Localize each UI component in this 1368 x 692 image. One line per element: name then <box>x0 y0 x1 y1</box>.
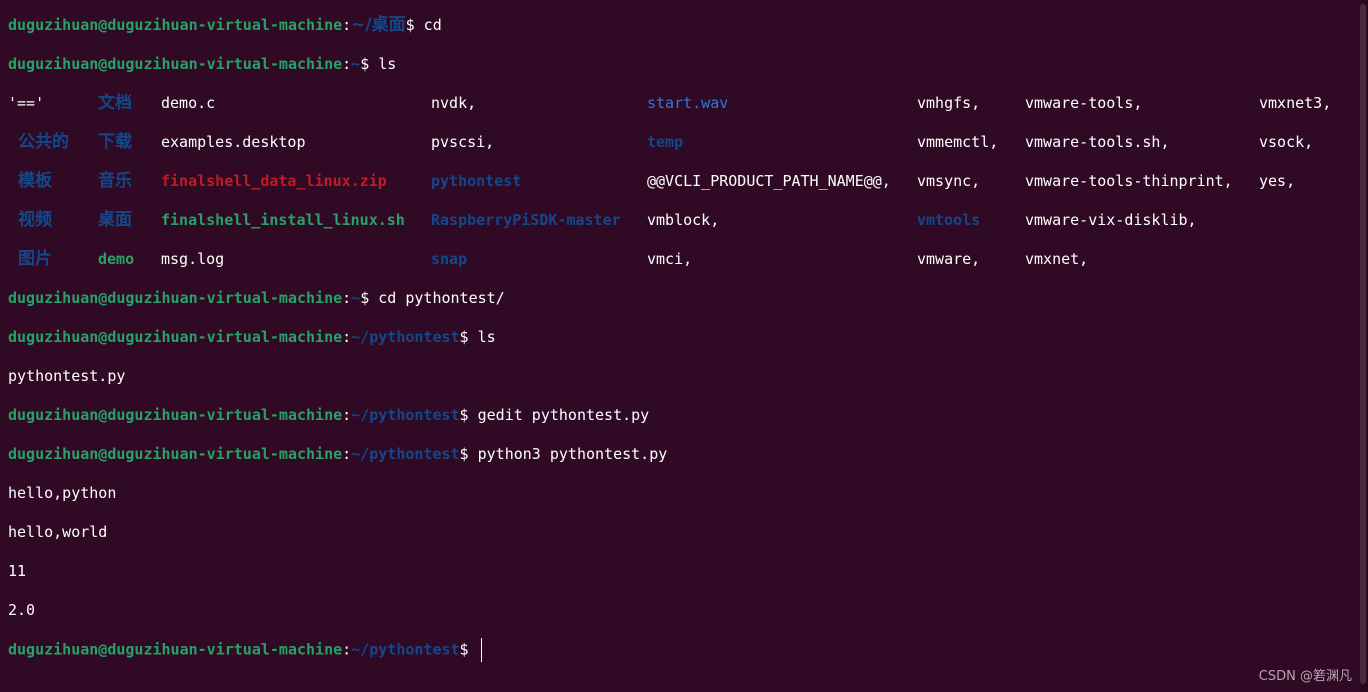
prompt-dollar: $ <box>459 328 469 346</box>
ls-entry[interactable]: vmsync, <box>917 170 980 192</box>
ls-entry[interactable]: @@VCLI_PRODUCT_PATH_NAME@@, <box>647 170 891 192</box>
output-text: 2.0 <box>8 601 36 619</box>
ls-entry[interactable]: finalshell_install_linux.sh <box>161 209 405 231</box>
ls-entry[interactable]: pythontest <box>431 170 521 192</box>
output-text: pythontest.py <box>8 367 126 385</box>
text-cursor[interactable] <box>480 638 482 662</box>
prompt-path: ~/pythontest <box>351 328 460 346</box>
prompt-line: duguzihuan@duguzihuan-virtual-machine:~/… <box>8 443 667 465</box>
ls-entry[interactable]: 文档 <box>98 92 132 114</box>
prompt-dollar: $ <box>459 406 469 424</box>
prompt-dollar: $ <box>405 16 415 34</box>
prompt-line: duguzihuan@duguzihuan-virtual-machine:~/… <box>8 638 482 662</box>
prompt-line: duguzihuan@duguzihuan-virtual-machine:~/… <box>8 14 442 36</box>
command-text: ls <box>468 328 496 346</box>
command-text: cd <box>414 16 442 34</box>
ls-entry[interactable]: vmmemctl, <box>917 131 998 153</box>
output-line: pythontest.py <box>8 365 125 387</box>
prompt-line: duguzihuan@duguzihuan-virtual-machine:~/… <box>8 404 649 426</box>
command-text: python3 pythontest.py <box>468 445 668 463</box>
prompt-colon: : <box>342 328 352 346</box>
output-line: hello,world <box>8 521 107 543</box>
output-line: 2.0 <box>8 599 35 621</box>
output-line: 11 <box>8 560 26 582</box>
ls-entry[interactable]: 视频 <box>18 209 52 231</box>
prompt-dollar: $ <box>360 289 370 307</box>
scrollbar-thumb[interactable] <box>1360 4 1366 684</box>
prompt-path: ~/桌面 <box>351 15 406 35</box>
prompt-line: duguzihuan@duguzihuan-virtual-machine:~/… <box>8 326 496 348</box>
prompt-dollar: $ <box>360 55 370 73</box>
prompt-dollar: $ <box>459 445 469 463</box>
ls-entry[interactable]: start.wav <box>647 92 728 114</box>
prompt-colon: : <box>342 406 352 424</box>
prompt-path: ~ <box>351 55 361 73</box>
ls-entry[interactable]: finalshell_data_linux.zip <box>161 170 387 192</box>
ls-entry[interactable]: '==' <box>8 92 44 114</box>
prompt-colon: : <box>342 640 352 659</box>
prompt-line: duguzihuan@duguzihuan-virtual-machine:~$… <box>8 287 505 309</box>
output-line: hello,python <box>8 482 116 504</box>
ls-entry[interactable]: nvdk, <box>431 92 476 114</box>
prompt-colon: : <box>342 55 352 73</box>
watermark: CSDN @箬渊凡 <box>1258 669 1352 684</box>
ls-entry[interactable]: vmhgfs, <box>917 92 980 114</box>
prompt-colon: : <box>342 16 352 34</box>
prompt-user-host: duguzihuan@duguzihuan-virtual-machine <box>8 289 343 307</box>
ls-entry[interactable]: pvscsi, <box>431 131 494 153</box>
prompt-user-host: duguzihuan@duguzihuan-virtual-machine <box>8 640 343 659</box>
command-text: cd pythontest/ <box>369 289 505 307</box>
prompt-user-host: duguzihuan@duguzihuan-virtual-machine <box>8 55 343 73</box>
ls-entry[interactable]: 公共的 <box>18 131 69 153</box>
output-text: hello,world <box>8 523 108 541</box>
prompt-path: ~ <box>351 289 361 307</box>
ls-entry[interactable]: vmware-tools, <box>1025 92 1142 114</box>
ls-entry[interactable]: temp <box>647 131 683 153</box>
ls-entry[interactable]: 音乐 <box>98 170 132 192</box>
ls-entry[interactable]: 桌面 <box>98 209 132 231</box>
prompt-path: ~/pythontest <box>351 406 460 424</box>
command-text: gedit pythontest.py <box>468 406 650 424</box>
ls-entry[interactable]: 下载 <box>98 131 132 153</box>
ls-entry[interactable]: vmci, <box>647 248 692 270</box>
prompt-user-host: duguzihuan@duguzihuan-virtual-machine <box>8 16 343 34</box>
ls-entry[interactable]: vmware, <box>917 248 980 270</box>
prompt-path: ~/pythontest <box>351 445 460 463</box>
ls-entry[interactable]: vmtools <box>917 209 980 231</box>
terminal-window[interactable]: duguzihuan@duguzihuan-virtual-machine:~/… <box>0 0 1358 692</box>
ls-entry[interactable]: 模板 <box>18 170 52 192</box>
ls-entry[interactable]: msg.log <box>161 248 224 270</box>
ls-entry[interactable]: vmware-vix-disklib, <box>1025 209 1197 231</box>
prompt-user-host: duguzihuan@duguzihuan-virtual-machine <box>8 328 343 346</box>
ls-entry[interactable]: examples.desktop <box>161 131 306 153</box>
ls-entry[interactable]: vmware-tools.sh, <box>1025 131 1170 153</box>
ls-entry[interactable]: RaspberryPiSDK-master <box>431 209 621 231</box>
output-text: hello,python <box>8 484 117 502</box>
ls-entry[interactable]: vmxnet, <box>1025 248 1088 270</box>
prompt-dollar: $ <box>459 640 469 659</box>
output-text: 11 <box>8 562 27 580</box>
ls-entry[interactable]: vmxnet3, <box>1259 92 1331 114</box>
ls-entry[interactable]: vsock, <box>1259 131 1313 153</box>
ls-entry[interactable]: demo.c <box>161 92 215 114</box>
prompt-user-host: duguzihuan@duguzihuan-virtual-machine <box>8 406 343 424</box>
ls-entry[interactable]: vmblock, <box>647 209 719 231</box>
ls-entry[interactable]: yes, <box>1259 170 1295 192</box>
prompt-user-host: duguzihuan@duguzihuan-virtual-machine <box>8 445 343 463</box>
ls-entry[interactable]: 图片 <box>18 248 52 270</box>
ls-entry[interactable]: demo <box>98 248 134 270</box>
command-text: ls <box>369 55 397 73</box>
prompt-colon: : <box>342 289 352 307</box>
scrollbar[interactable] <box>1358 0 1368 692</box>
prompt-line: duguzihuan@duguzihuan-virtual-machine:~$… <box>8 53 396 75</box>
ls-entry[interactable]: vmware-tools-thinprint, <box>1025 170 1233 192</box>
ls-entry[interactable]: snap <box>431 248 467 270</box>
prompt-colon: : <box>342 445 352 463</box>
prompt-path: ~/pythontest <box>351 640 460 659</box>
